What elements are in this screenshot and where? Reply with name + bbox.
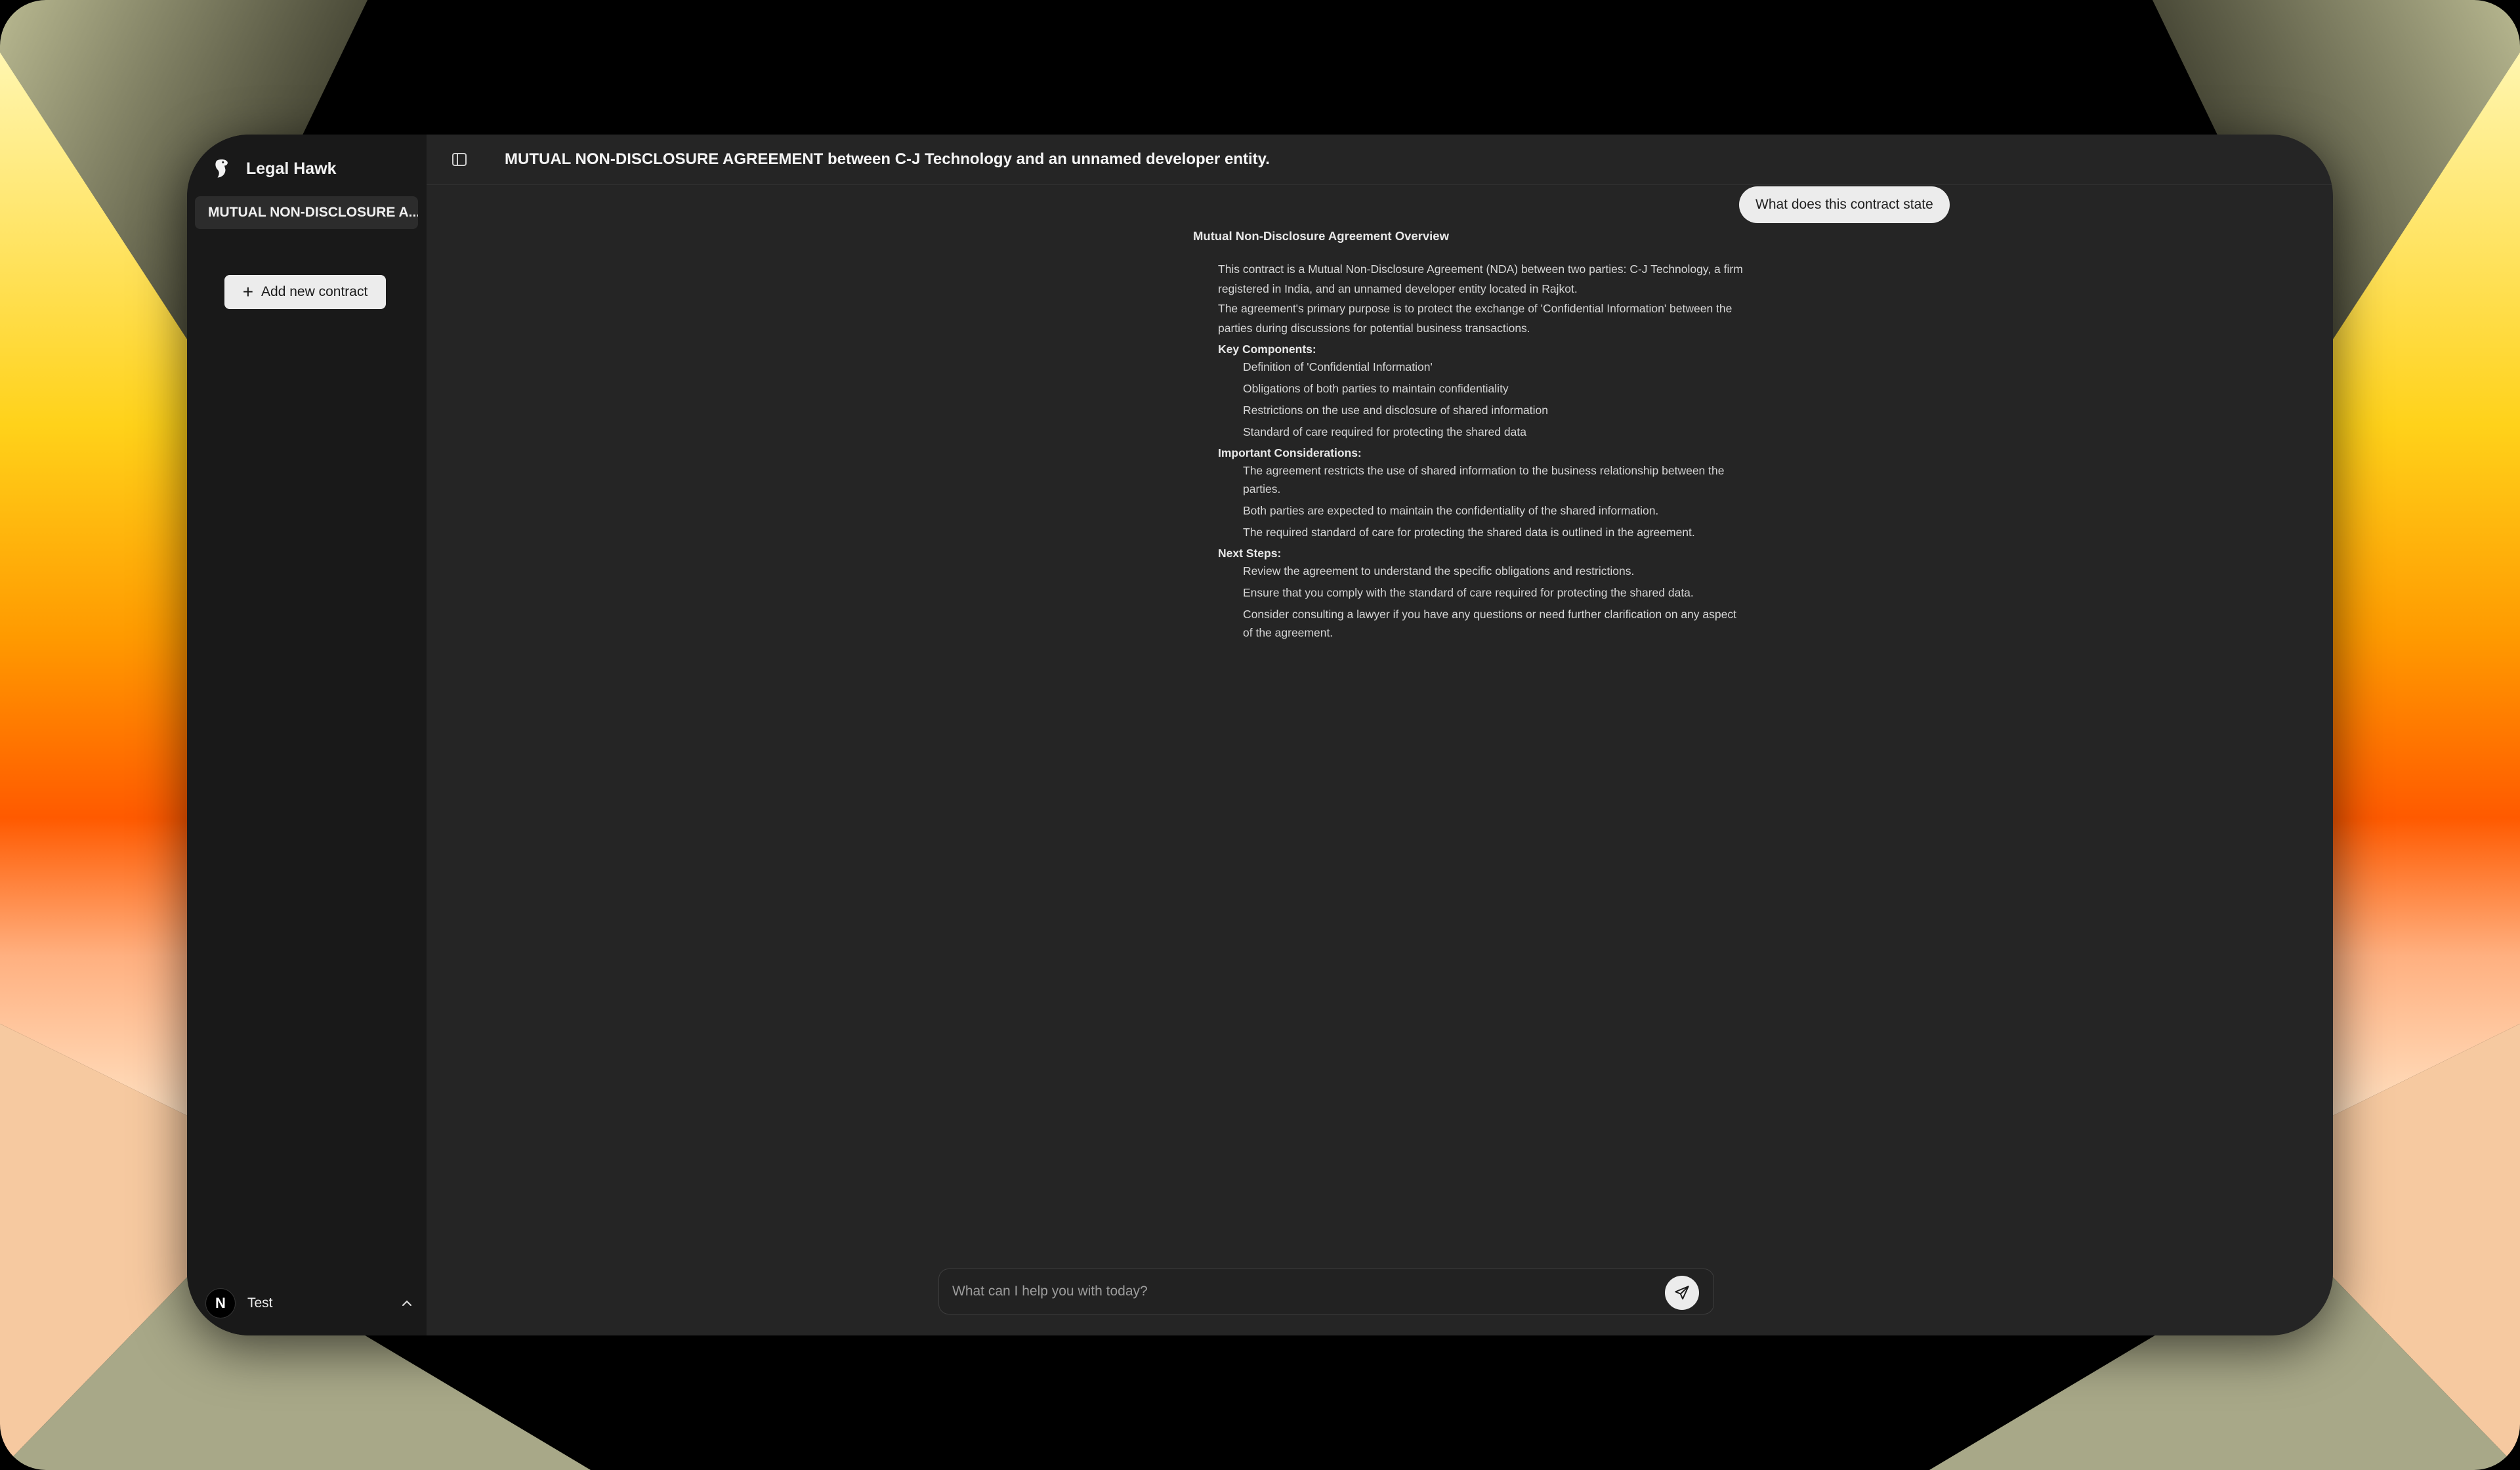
user-message: What does this contract state xyxy=(1739,186,1950,223)
list-item: Ensure that you comply with the standard… xyxy=(1243,586,1694,599)
top-bar: MUTUAL NON-DISCLOSURE AGREEMENT between … xyxy=(427,135,2333,185)
section-list: Review the agreement to understand the s… xyxy=(1193,562,1744,642)
answer-paragraph: The agreement's primary purpose is to pr… xyxy=(1218,302,1732,335)
user-name: Test xyxy=(247,1295,273,1311)
list-item: Consider consulting a lawyer if you have… xyxy=(1243,608,1736,639)
section-title: Important Considerations: xyxy=(1218,446,1362,459)
app-window: Legal Hawk MUTUAL NON-DISCLOSURE A... + … xyxy=(187,135,2333,1335)
assistant-answer: Mutual Non-Disclosure Agreement Overview… xyxy=(1193,229,1744,645)
sidebar-toggle-icon[interactable] xyxy=(451,151,468,168)
user-menu[interactable]: N Test xyxy=(205,1287,415,1320)
chevron-up-icon xyxy=(402,1300,412,1307)
list-item: Review the agreement to understand the s… xyxy=(1243,564,1635,578)
message-composer xyxy=(938,1269,1714,1314)
answer-paragraph: This contract is a Mutual Non-Disclosure… xyxy=(1218,262,1743,295)
app-name: Legal Hawk xyxy=(246,159,337,178)
section-list: Definition of 'Confidential Information'… xyxy=(1193,358,1744,441)
brand[interactable]: Legal Hawk xyxy=(211,152,337,186)
list-item: Restrictions on the use and disclosure o… xyxy=(1243,404,1548,417)
plus-icon: + xyxy=(242,282,254,302)
section-list: The agreement restricts the use of share… xyxy=(1193,461,1744,541)
page-title: MUTUAL NON-DISCLOSURE AGREEMENT between … xyxy=(505,150,1270,168)
list-item: Obligations of both parties to maintain … xyxy=(1243,382,1509,395)
section-title: Next Steps: xyxy=(1218,547,1282,560)
list-item: The agreement restricts the use of share… xyxy=(1243,464,1725,495)
hawk-logo-icon xyxy=(215,159,228,178)
sidebar-item-contract[interactable]: MUTUAL NON-DISCLOSURE A... xyxy=(195,196,418,229)
chat-main: MUTUAL NON-DISCLOSURE AGREEMENT between … xyxy=(427,135,2333,1335)
message-input[interactable] xyxy=(951,1269,1636,1314)
list-item: The required standard of care for protec… xyxy=(1243,526,1695,539)
add-contract-label: Add new contract xyxy=(261,284,368,299)
avatar: N xyxy=(205,1288,236,1318)
list-item: Standard of care required for protecting… xyxy=(1243,425,1526,438)
send-icon xyxy=(1675,1286,1689,1300)
list-item: Definition of 'Confidential Information' xyxy=(1243,360,1433,373)
list-item: Both parties are expected to maintain th… xyxy=(1243,504,1659,517)
send-button[interactable] xyxy=(1665,1276,1699,1310)
sidebar: Legal Hawk MUTUAL NON-DISCLOSURE A... + … xyxy=(187,135,427,1335)
section-title: Key Components: xyxy=(1218,343,1316,356)
answer-heading: Mutual Non-Disclosure Agreement Overview xyxy=(1193,229,1449,243)
add-contract-button[interactable]: + Add new contract xyxy=(224,275,386,309)
